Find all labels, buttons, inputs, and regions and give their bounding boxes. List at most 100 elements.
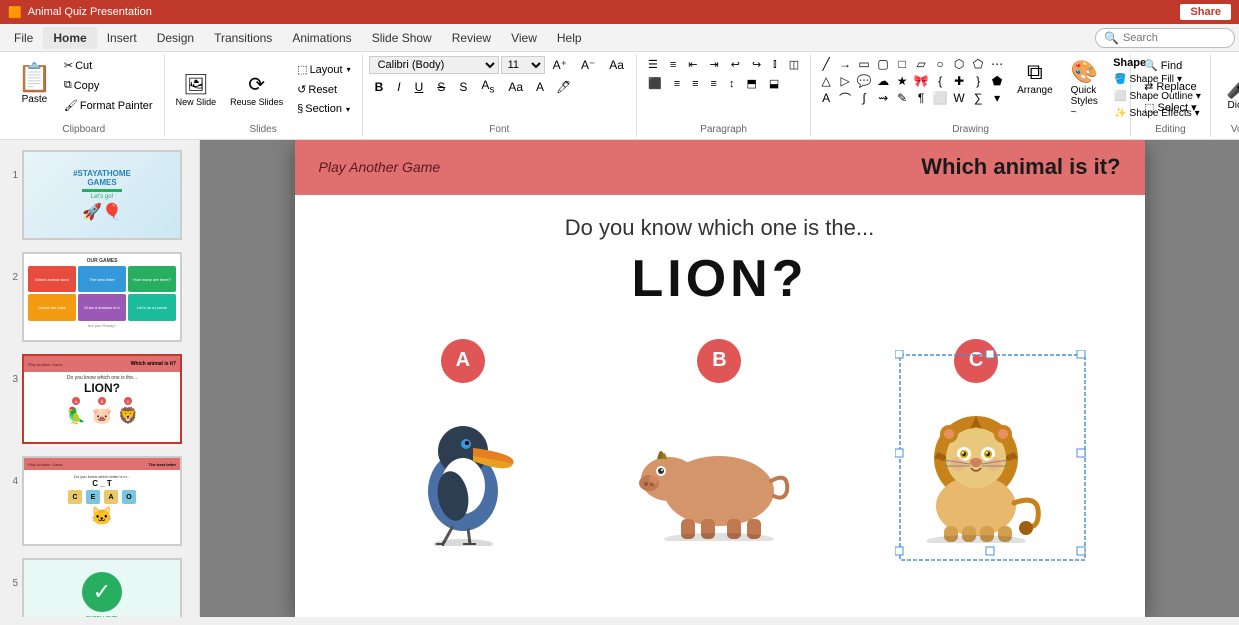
increase-font-button[interactable]: A⁺ bbox=[547, 56, 573, 74]
cut-button[interactable]: ✂ Cut bbox=[59, 56, 158, 75]
shape-pentagon[interactable]: ⬠ bbox=[969, 56, 987, 72]
menu-help[interactable]: Help bbox=[547, 27, 592, 49]
copy-button[interactable]: ⧉ Copy bbox=[59, 76, 158, 95]
shape-down[interactable]: ▾ bbox=[988, 90, 1006, 106]
font-color-btn[interactable]: A bbox=[531, 78, 549, 96]
search-box[interactable]: 🔍 bbox=[1095, 28, 1235, 48]
option-c[interactable]: C bbox=[896, 339, 1056, 551]
shape-callout[interactable]: 💬 bbox=[855, 73, 873, 89]
increase-indent-button[interactable]: ⇥ bbox=[705, 56, 724, 73]
col-button[interactable]: ⫾ bbox=[768, 56, 782, 73]
shape-rtri[interactable]: ▷ bbox=[836, 73, 854, 89]
font-name-select[interactable]: Calibri (Body) bbox=[369, 56, 499, 74]
underline-button[interactable]: U bbox=[409, 78, 430, 96]
justify-button[interactable]: ≡ bbox=[706, 76, 722, 92]
menu-insert[interactable]: Insert bbox=[97, 27, 147, 49]
dictate-button[interactable]: 🎤 Dictate bbox=[1217, 62, 1239, 116]
shape-math[interactable]: ∑ bbox=[969, 90, 987, 106]
align-left-button[interactable]: ⬛ bbox=[643, 75, 667, 92]
shape-ribbon[interactable]: 🎀 bbox=[912, 73, 930, 89]
menu-home[interactable]: Home bbox=[43, 27, 96, 49]
slide-panel[interactable]: 1 #STAYATHOME GAMES Let's go! 🚀🎈 2 OUR G… bbox=[0, 140, 200, 617]
search-input[interactable] bbox=[1123, 32, 1223, 44]
shape-arrow[interactable]: → bbox=[836, 56, 854, 72]
shape-rect2[interactable]: □ bbox=[893, 56, 911, 72]
shape-bracket[interactable]: { bbox=[931, 73, 949, 89]
option-b[interactable]: B bbox=[639, 339, 799, 551]
option-a[interactable]: A bbox=[383, 339, 543, 551]
strikethrough-button[interactable]: S bbox=[431, 78, 451, 96]
menu-review[interactable]: Review bbox=[442, 27, 501, 49]
decrease-indent-button[interactable]: ⇤ bbox=[683, 56, 702, 73]
shape-line[interactable]: ╱ bbox=[817, 56, 835, 72]
new-slide-button[interactable]: 🖼 New Slide bbox=[171, 69, 222, 110]
shape-connector[interactable]: ⇝ bbox=[874, 90, 892, 106]
slide-thumbnail-4[interactable]: 4 Play Another Game The best letter Do y… bbox=[4, 454, 195, 548]
select-button[interactable]: ⬚ Select ▾ bbox=[1137, 98, 1204, 117]
slide-thumb-1[interactable]: #STAYATHOME GAMES Let's go! 🚀🎈 bbox=[22, 150, 182, 240]
shape-oval[interactable]: ○ bbox=[931, 56, 949, 72]
align-right-button[interactable]: ≡ bbox=[687, 76, 703, 92]
shadow-button[interactable]: S bbox=[453, 78, 473, 96]
shape-curved[interactable]: ⌒ bbox=[836, 90, 854, 106]
bullets-button[interactable]: ☰ bbox=[643, 56, 663, 73]
reuse-slides-button[interactable]: ⟳ Reuse Slides bbox=[225, 69, 288, 110]
numbering-button[interactable]: ≡ bbox=[665, 57, 681, 73]
shape-textbox[interactable]: ⬜ bbox=[931, 90, 949, 106]
slide-thumb-3[interactable]: Play Another Game Which animal is it? Do… bbox=[22, 354, 182, 444]
shape-rect3[interactable]: ▱ bbox=[912, 56, 930, 72]
reset-button[interactable]: ↺ Reset bbox=[292, 80, 355, 99]
layout-button[interactable]: ⬚ Layout ▾ bbox=[292, 60, 355, 79]
replace-button[interactable]: ⇄ Replace bbox=[1137, 77, 1204, 96]
menu-slideshow[interactable]: Slide Show bbox=[362, 27, 442, 49]
shape-triangle[interactable]: △ bbox=[817, 73, 835, 89]
arrange-button[interactable]: ⧉ Arrange bbox=[1010, 56, 1060, 99]
slide-thumb-2[interactable]: OUR GAMES Which animal word The best let… bbox=[22, 252, 182, 342]
section-button[interactable]: § Section ▾ bbox=[292, 100, 355, 118]
shape-word[interactable]: W bbox=[950, 90, 968, 106]
shape-custom[interactable]: ⬟ bbox=[988, 73, 1006, 89]
shape-cross[interactable]: ✚ bbox=[950, 73, 968, 89]
rtl-button[interactable]: ↩ bbox=[726, 56, 745, 73]
slide-thumbnail-2[interactable]: 2 OUR GAMES Which animal word The best l… bbox=[4, 250, 195, 344]
menu-design[interactable]: Design bbox=[147, 27, 204, 49]
format-painter-button[interactable]: 🖌 Format Painter bbox=[59, 96, 158, 115]
menu-file[interactable]: File bbox=[4, 27, 43, 49]
ltr-button[interactable]: ↪ bbox=[747, 56, 766, 73]
menu-view[interactable]: View bbox=[501, 27, 547, 49]
menu-animations[interactable]: Animations bbox=[282, 27, 361, 49]
decrease-font-button[interactable]: A⁻ bbox=[575, 56, 601, 74]
shape-brace[interactable]: } bbox=[969, 73, 987, 89]
slide-thumbnail-1[interactable]: 1 #STAYATHOME GAMES Let's go! 🚀🎈 bbox=[4, 148, 195, 242]
italic-button[interactable]: I bbox=[391, 78, 406, 96]
shape-more[interactable]: ⋯ bbox=[988, 56, 1006, 72]
shape-star[interactable]: ★ bbox=[893, 73, 911, 89]
slide-thumb-5[interactable]: ✓ EXCELLENT! Play Another Game Next bbox=[22, 558, 182, 617]
shape-hexagon[interactable]: ⬡ bbox=[950, 56, 968, 72]
text-anchor-button[interactable]: ⬓ bbox=[764, 75, 784, 92]
char-spacing-button[interactable]: As bbox=[475, 76, 500, 97]
find-button[interactable]: 🔍 Find bbox=[1137, 56, 1204, 75]
slide-thumb-4[interactable]: Play Another Game The best letter Do you… bbox=[22, 456, 182, 546]
smart-art-button[interactable]: ◫ bbox=[784, 56, 804, 73]
font-size-select[interactable]: 11 bbox=[501, 56, 545, 74]
shape-edit[interactable]: ✎ bbox=[893, 90, 911, 106]
shape-cloud[interactable]: ☁ bbox=[874, 73, 892, 89]
shape-text[interactable]: A bbox=[817, 90, 835, 106]
shape-freeform[interactable]: ∫ bbox=[855, 90, 873, 106]
quick-styles-button[interactable]: 🎨 Quick Styles ~ bbox=[1064, 56, 1105, 121]
align-center-button[interactable]: ≡ bbox=[669, 76, 685, 92]
clear-format-button[interactable]: Aa bbox=[603, 56, 630, 74]
highlight-color-btn[interactable]: 🖊 bbox=[551, 78, 576, 96]
share-button[interactable]: Share bbox=[1180, 4, 1231, 20]
case-button[interactable]: Aa bbox=[502, 78, 529, 96]
bold-button[interactable]: B bbox=[369, 78, 390, 96]
shape-rounded-rect[interactable]: ▢ bbox=[874, 56, 892, 72]
shape-rect[interactable]: ▭ bbox=[855, 56, 873, 72]
paste-button[interactable]: 📋 Paste bbox=[10, 56, 59, 122]
slide-thumbnail-3[interactable]: 3 Play Another Game Which animal is it? … bbox=[4, 352, 195, 446]
slide-thumbnail-5[interactable]: 5 ✓ EXCELLENT! Play Another Game Next bbox=[4, 556, 195, 617]
line-spacing-button[interactable]: ↕ bbox=[724, 76, 740, 92]
shape-para[interactable]: ¶ bbox=[912, 90, 930, 106]
menu-transitions[interactable]: Transitions bbox=[204, 27, 282, 49]
